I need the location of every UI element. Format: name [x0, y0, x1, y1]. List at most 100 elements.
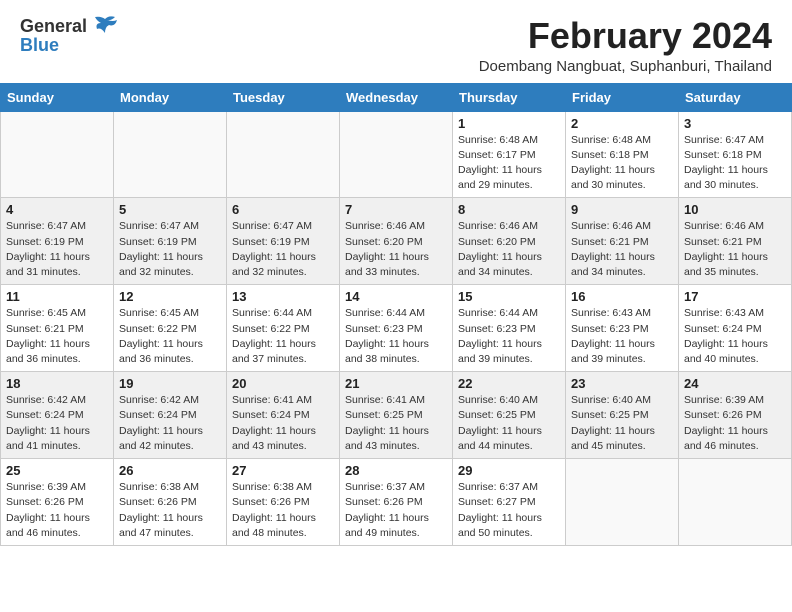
calendar-cell: 4 Sunrise: 6:47 AM Sunset: 6:19 PM Daylig… [1, 198, 114, 285]
day-number: 15 [458, 289, 560, 304]
calendar-cell: 23 Sunrise: 6:40 AM Sunset: 6:25 PM Dayli… [566, 372, 679, 459]
calendar-cell: 25Sunrise: 6:39 AM Sunset: 6:26 PM Dayli… [1, 459, 114, 546]
day-number: 1 [458, 116, 560, 131]
col-tuesday: Tuesday [227, 83, 340, 111]
day-number: 29 [458, 463, 560, 478]
day-number: 11 [6, 289, 108, 304]
day-number: 13 [232, 289, 334, 304]
day-info: Sunrise: 6:47 AM Sunset: 6:19 PM Dayligh… [119, 219, 221, 280]
calendar-cell: 3 Sunrise: 6:47 AM Sunset: 6:18 PM Daylig… [679, 111, 792, 198]
day-info: Sunrise: 6:44 AM Sunset: 6:22 PM Dayligh… [232, 306, 334, 367]
calendar-week-row: 18 Sunrise: 6:42 AM Sunset: 6:24 PM Dayli… [1, 372, 792, 459]
calendar-cell [114, 111, 227, 198]
day-info: Sunrise: 6:45 AM Sunset: 6:22 PM Dayligh… [119, 306, 221, 367]
calendar-cell: 26 Sunrise: 6:38 AM Sunset: 6:26 PM Dayli… [114, 459, 227, 546]
day-number: 12 [119, 289, 221, 304]
day-info: Sunrise: 6:42 AM Sunset: 6:24 PM Dayligh… [119, 393, 221, 454]
day-info: Sunrise: 6:37 AM Sunset: 6:27 PM Dayligh… [458, 480, 560, 541]
calendar-cell: 6Sunrise: 6:47 AM Sunset: 6:19 PM Daylig… [227, 198, 340, 285]
day-info: Sunrise: 6:41 AM Sunset: 6:25 PM Dayligh… [345, 393, 447, 454]
day-info: Sunrise: 6:47 AM Sunset: 6:19 PM Dayligh… [6, 219, 108, 280]
calendar-cell: 19 Sunrise: 6:42 AM Sunset: 6:24 PM Dayli… [114, 372, 227, 459]
col-wednesday: Wednesday [340, 83, 453, 111]
calendar-cell: 27 Sunrise: 6:38 AM Sunset: 6:26 PM Dayli… [227, 459, 340, 546]
day-number: 18 [6, 376, 108, 391]
day-info: Sunrise: 6:38 AM Sunset: 6:26 PM Dayligh… [232, 480, 334, 541]
day-info: Sunrise: 6:48 AM Sunset: 6:17 PM Dayligh… [458, 133, 560, 194]
day-number: 3 [684, 116, 786, 131]
calendar-cell [227, 111, 340, 198]
calendar-cell: 7 Sunrise: 6:46 AM Sunset: 6:20 PM Daylig… [340, 198, 453, 285]
subtitle: Doembang Nangbuat, Suphanburi, Thailand [479, 58, 772, 75]
calendar-cell: 12 Sunrise: 6:45 AM Sunset: 6:22 PM Dayli… [114, 285, 227, 372]
day-number: 17 [684, 289, 786, 304]
day-number: 6 [232, 202, 334, 217]
calendar-cell: 15 Sunrise: 6:44 AM Sunset: 6:23 PM Dayli… [453, 285, 566, 372]
day-number: 9 [571, 202, 673, 217]
day-info: Sunrise: 6:43 AM Sunset: 6:24 PM Dayligh… [684, 306, 786, 367]
day-number: 14 [345, 289, 447, 304]
day-info: Sunrise: 6:47 AM Sunset: 6:18 PM Dayligh… [684, 133, 786, 194]
day-number: 8 [458, 202, 560, 217]
calendar-week-row: 1 Sunrise: 6:48 AM Sunset: 6:17 PM Daylig… [1, 111, 792, 198]
day-number: 20 [232, 376, 334, 391]
day-info: Sunrise: 6:38 AM Sunset: 6:26 PM Dayligh… [119, 480, 221, 541]
day-info: Sunrise: 6:37 AM Sunset: 6:26 PM Dayligh… [345, 480, 447, 541]
logo-blue-text: Blue [20, 35, 59, 56]
day-info: Sunrise: 6:39 AM Sunset: 6:26 PM Dayligh… [684, 393, 786, 454]
calendar-cell: 11 Sunrise: 6:45 AM Sunset: 6:21 PM Dayli… [1, 285, 114, 372]
calendar-cell: 9 Sunrise: 6:46 AM Sunset: 6:21 PM Daylig… [566, 198, 679, 285]
col-monday: Monday [114, 83, 227, 111]
col-friday: Friday [566, 83, 679, 111]
day-number: 21 [345, 376, 447, 391]
day-number: 16 [571, 289, 673, 304]
logo: General Blue [20, 16, 119, 56]
calendar-cell: 16Sunrise: 6:43 AM Sunset: 6:23 PM Dayli… [566, 285, 679, 372]
day-info: Sunrise: 6:45 AM Sunset: 6:21 PM Dayligh… [6, 306, 108, 367]
day-info: Sunrise: 6:46 AM Sunset: 6:21 PM Dayligh… [571, 219, 673, 280]
calendar-cell: 18 Sunrise: 6:42 AM Sunset: 6:24 PM Dayli… [1, 372, 114, 459]
day-info: Sunrise: 6:42 AM Sunset: 6:24 PM Dayligh… [6, 393, 108, 454]
calendar-week-row: 4 Sunrise: 6:47 AM Sunset: 6:19 PM Daylig… [1, 198, 792, 285]
calendar-cell: 22Sunrise: 6:40 AM Sunset: 6:25 PM Dayli… [453, 372, 566, 459]
calendar-cell: 17 Sunrise: 6:43 AM Sunset: 6:24 PM Dayli… [679, 285, 792, 372]
day-number: 19 [119, 376, 221, 391]
day-number: 2 [571, 116, 673, 131]
calendar-cell: 5Sunrise: 6:47 AM Sunset: 6:19 PM Daylig… [114, 198, 227, 285]
calendar-week-row: 25Sunrise: 6:39 AM Sunset: 6:26 PM Dayli… [1, 459, 792, 546]
day-info: Sunrise: 6:40 AM Sunset: 6:25 PM Dayligh… [458, 393, 560, 454]
day-number: 25 [6, 463, 108, 478]
calendar-cell: 8Sunrise: 6:46 AM Sunset: 6:20 PM Daylig… [453, 198, 566, 285]
day-number: 4 [6, 202, 108, 217]
day-number: 23 [571, 376, 673, 391]
col-thursday: Thursday [453, 83, 566, 111]
calendar-cell [340, 111, 453, 198]
day-info: Sunrise: 6:40 AM Sunset: 6:25 PM Dayligh… [571, 393, 673, 454]
calendar-cell: 29 Sunrise: 6:37 AM Sunset: 6:27 PM Dayli… [453, 459, 566, 546]
day-info: Sunrise: 6:46 AM Sunset: 6:21 PM Dayligh… [684, 219, 786, 280]
logo-general-text: General [20, 16, 87, 37]
calendar-table: Sunday Monday Tuesday Wednesday Thursday… [0, 83, 792, 546]
day-number: 28 [345, 463, 447, 478]
day-info: Sunrise: 6:48 AM Sunset: 6:18 PM Dayligh… [571, 133, 673, 194]
calendar-cell [1, 111, 114, 198]
calendar-cell: 10 Sunrise: 6:46 AM Sunset: 6:21 PM Dayli… [679, 198, 792, 285]
day-info: Sunrise: 6:44 AM Sunset: 6:23 PM Dayligh… [345, 306, 447, 367]
day-info: Sunrise: 6:44 AM Sunset: 6:23 PM Dayligh… [458, 306, 560, 367]
title-block: February 2024 Doembang Nangbuat, Suphanb… [479, 16, 772, 75]
calendar-wrapper: Sunday Monday Tuesday Wednesday Thursday… [0, 83, 792, 546]
day-number: 26 [119, 463, 221, 478]
calendar-cell [566, 459, 679, 546]
calendar-cell: 1 Sunrise: 6:48 AM Sunset: 6:17 PM Daylig… [453, 111, 566, 198]
calendar-cell: 28 Sunrise: 6:37 AM Sunset: 6:26 PM Dayli… [340, 459, 453, 546]
day-number: 10 [684, 202, 786, 217]
calendar-cell: 21 Sunrise: 6:41 AM Sunset: 6:25 PM Dayli… [340, 372, 453, 459]
calendar-week-row: 11 Sunrise: 6:45 AM Sunset: 6:21 PM Dayli… [1, 285, 792, 372]
calendar-cell: 2 Sunrise: 6:48 AM Sunset: 6:18 PM Daylig… [566, 111, 679, 198]
day-number: 7 [345, 202, 447, 217]
day-number: 27 [232, 463, 334, 478]
day-info: Sunrise: 6:41 AM Sunset: 6:24 PM Dayligh… [232, 393, 334, 454]
day-info: Sunrise: 6:46 AM Sunset: 6:20 PM Dayligh… [345, 219, 447, 280]
calendar-cell: 20 Sunrise: 6:41 AM Sunset: 6:24 PM Dayli… [227, 372, 340, 459]
main-title: February 2024 [479, 16, 772, 56]
